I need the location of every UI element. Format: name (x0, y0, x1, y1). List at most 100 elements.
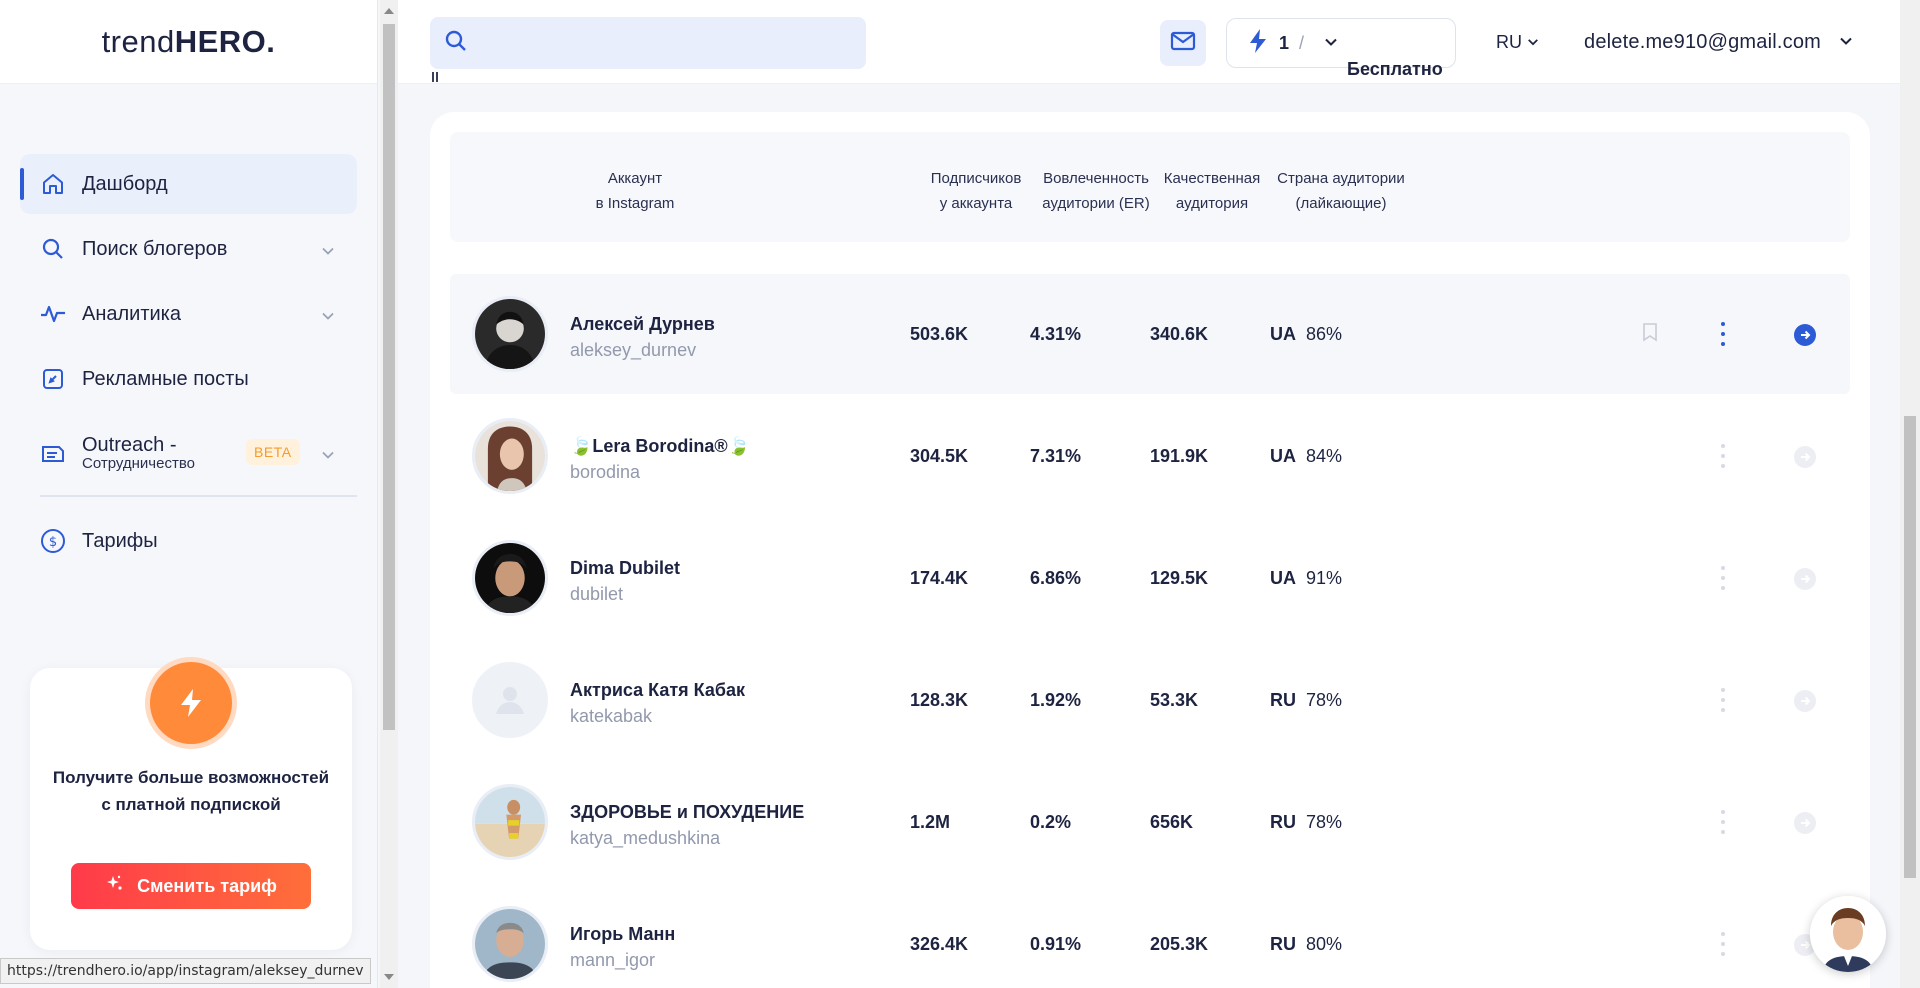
avatar-placeholder-icon (472, 662, 548, 738)
support-chat-avatar[interactable] (1810, 896, 1886, 972)
table-header: Аккаунт в Instagram Подписчиков у аккаун… (450, 132, 1850, 242)
more-options-icon[interactable] (1718, 932, 1728, 956)
more-options-icon[interactable] (1718, 810, 1728, 834)
chevron-down-icon (321, 445, 335, 468)
country-code: RU (1270, 812, 1296, 832)
open-profile-arrow-icon[interactable] (1794, 812, 1816, 834)
bookmark-icon[interactable] (1642, 322, 1658, 347)
plan-separator: / (1299, 32, 1305, 53)
sidebar-divider (40, 495, 357, 497)
followers-value: 326.4K (910, 934, 969, 954)
language-label: RU (1496, 32, 1522, 52)
table-row[interactable]: 🍃Lera Borodina®🍃 borodina 304.5K 7.31% 1… (450, 396, 1850, 516)
logo[interactable]: trendHERO. (102, 24, 276, 60)
country-percent: 84% (1306, 446, 1343, 466)
sidebar-item-tariffs[interactable]: $ Тарифы (20, 511, 357, 571)
scroll-up-arrow[interactable] (384, 8, 394, 14)
table-row[interactable]: Актриса Катя Кабак katekabak 128.3K 1.92… (450, 640, 1850, 760)
beta-badge: BETA (246, 439, 300, 465)
table-row[interactable]: Игорь Манн mann_igor 326.4K 0.91% 205.3K… (450, 884, 1850, 988)
promo-text: Получите больше возможностей с платной п… (52, 768, 330, 814)
sidebar-item-analytics[interactable]: Аналитика (20, 284, 357, 344)
open-profile-arrow-icon[interactable] (1794, 446, 1816, 468)
er-value: 6.86% (1030, 568, 1082, 588)
account-name[interactable]: Dima Dubilet (570, 558, 680, 579)
sidebar-item-label: Поиск блогеров (82, 237, 228, 260)
quality-value: 191.9K (1150, 446, 1209, 466)
avatar (472, 296, 548, 372)
followers-value: 304.5K (910, 446, 969, 466)
country-code: RU (1270, 934, 1296, 954)
page-scrollbar[interactable] (1900, 0, 1920, 988)
col-header-followers[interactable]: Подписчиков у аккаунта (918, 166, 1034, 216)
ad-post-icon (40, 366, 66, 392)
sparkle-icon (105, 874, 125, 899)
er-value: 0.2% (1030, 812, 1072, 832)
chevron-down-icon (321, 241, 335, 264)
sidebar-nav: Дашборд Поиск блогеров Аналитика Рекламн… (0, 84, 377, 571)
chevron-down-icon (321, 306, 335, 329)
table-row[interactable]: Dima Dubilet dubilet 174.4K 6.86% 129.5K… (450, 518, 1850, 638)
col-header-text: Вовлеченность (1043, 170, 1149, 187)
country-percent: 78% (1306, 690, 1343, 710)
avatar (472, 784, 548, 860)
more-options-icon[interactable] (1718, 566, 1728, 590)
open-profile-arrow-icon[interactable] (1794, 568, 1816, 590)
col-header-text: Аккаунт (607, 170, 663, 187)
country-value: RU 78% (1270, 812, 1342, 833)
col-header-text: у аккаунта (939, 195, 1013, 212)
more-options-icon[interactable] (1718, 444, 1728, 468)
account-name[interactable]: Игорь Манн (570, 924, 675, 945)
col-header-quality[interactable]: Качественная аудитория (1158, 166, 1266, 216)
outreach-label: Outreach - Сотрудничество (82, 434, 195, 472)
sidebar-item-dashboard[interactable]: Дашборд (20, 154, 357, 214)
search-input[interactable] (482, 32, 862, 54)
sidebar-item-blogger-search[interactable]: Поиск блогеров (20, 219, 357, 279)
svg-text:$: $ (49, 535, 57, 550)
logo-light-text: trend (101, 23, 175, 59)
sidebar-item-outreach[interactable]: Outreach - Сотрудничество BETA (20, 423, 357, 483)
chevron-down-icon (1324, 33, 1338, 54)
chevron-down-icon (1527, 32, 1539, 53)
status-url: https://trendhero.io/app/instagram/aleks… (0, 958, 371, 984)
col-header-country[interactable]: Страна аудитории (лайкающие) (1268, 166, 1414, 216)
sidebar-item-ad-posts[interactable]: Рекламные посты (20, 349, 357, 409)
language-selector[interactable]: RU (1496, 32, 1539, 53)
country-percent: 91% (1306, 568, 1343, 588)
col-header-account[interactable]: Аккаунт в Instagram (560, 166, 710, 216)
open-profile-arrow-icon[interactable] (1794, 324, 1816, 346)
table-row[interactable]: Алексей Дурнев aleksey_durnev 503.6K 4.3… (450, 274, 1850, 394)
messages-button[interactable] (1160, 20, 1206, 66)
table-row[interactable]: ЗДОРОВЬЕ и ПОХУДЕНИЕ katya_medushkina 1.… (450, 762, 1850, 882)
dollar-icon: $ (40, 528, 66, 554)
scrollbar-thumb[interactable] (1904, 416, 1916, 878)
sidebar-item-label: Тарифы (82, 529, 158, 552)
avatar (472, 906, 548, 982)
plan-selector[interactable]: 1 / Бесплатно (1226, 18, 1456, 79)
followers-value: 128.3K (910, 690, 969, 710)
er-value: 1.92% (1030, 690, 1082, 710)
lightning-icon (150, 662, 232, 744)
account-name[interactable]: Алексей Дурнев (570, 314, 715, 335)
outreach-icon (40, 440, 66, 466)
followers-value: 503.6K (910, 324, 969, 344)
account-name[interactable]: Актриса Катя Кабак (570, 680, 745, 701)
change-plan-button[interactable]: Сменить тариф (71, 863, 311, 909)
col-header-er[interactable]: Вовлеченность аудитории (ER) (1034, 166, 1158, 216)
scroll-down-arrow[interactable] (384, 974, 394, 980)
col-header-text: Качественная (1163, 170, 1261, 187)
account-name[interactable]: 🍃Lera Borodina®🍃 (570, 436, 750, 457)
search-box[interactable] (430, 17, 866, 69)
account-name[interactable]: ЗДОРОВЬЕ и ПОХУДЕНИЕ (570, 802, 804, 823)
open-profile-arrow-icon[interactable] (1794, 690, 1816, 712)
scrollbar-thumb[interactable] (383, 24, 395, 730)
more-options-icon[interactable] (1718, 688, 1728, 712)
user-menu[interactable]: delete.me910@gmail.com (1584, 31, 1853, 54)
country-percent: 80% (1306, 934, 1343, 954)
account-handle: dubilet (570, 584, 624, 604)
country-code: RU (1270, 690, 1296, 710)
more-options-icon[interactable] (1718, 322, 1728, 346)
sidebar-scrollbar[interactable] (380, 0, 398, 988)
quality-value: 205.3K (1150, 934, 1209, 954)
clipped-heading-fragment (432, 72, 438, 82)
